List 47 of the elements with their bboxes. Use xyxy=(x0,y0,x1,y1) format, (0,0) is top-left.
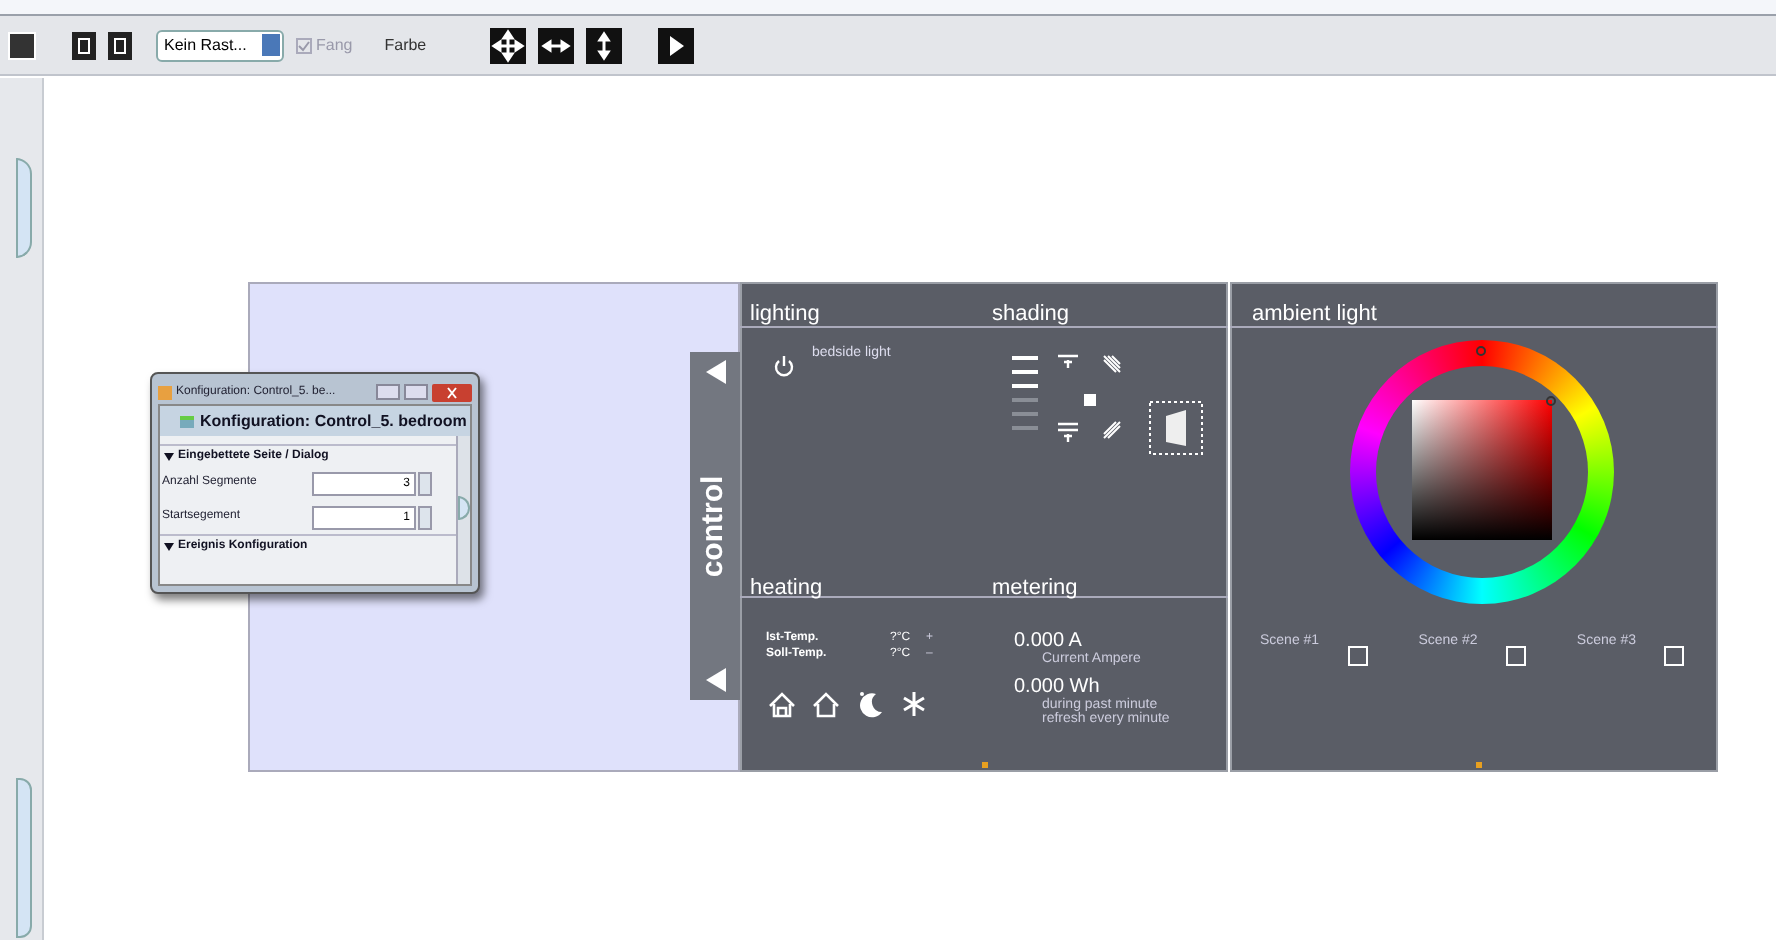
dialog-header: Konfiguration: Control_5. bedroom xyxy=(200,409,467,433)
close-button[interactable] xyxy=(432,383,472,401)
meter-value: 0.000 A xyxy=(1014,632,1084,652)
section-title: heating xyxy=(750,578,823,600)
expanded-triangle-icon xyxy=(164,541,174,551)
expanded-triangle-icon xyxy=(164,451,174,461)
house-icon[interactable] xyxy=(812,691,840,717)
window-icon[interactable] xyxy=(1148,400,1204,456)
shade-up-icon[interactable] xyxy=(1058,354,1078,370)
scene-checkbox[interactable] xyxy=(1664,646,1684,666)
moon-icon[interactable] xyxy=(856,690,884,718)
minimize-button[interactable] xyxy=(376,384,400,400)
control-label: control xyxy=(694,475,733,577)
hue-handle[interactable] xyxy=(1476,346,1486,356)
meter-value: 0.000 Wh xyxy=(1014,678,1102,698)
color-handle[interactable] xyxy=(1546,396,1556,406)
left-arrow-icon[interactable] xyxy=(705,360,725,384)
scrollbar[interactable] xyxy=(16,778,32,938)
page-icon[interactable] xyxy=(108,31,132,59)
power-icon[interactable] xyxy=(772,354,796,378)
raster-dropdown[interactable]: Kein Rast... xyxy=(156,29,284,61)
section-title: shading xyxy=(992,304,1070,326)
app-icon xyxy=(158,385,172,399)
tilt-open-icon[interactable] xyxy=(1100,352,1124,376)
section-title: metering xyxy=(992,578,1078,600)
checkmark-icon xyxy=(298,39,310,51)
color-square[interactable] xyxy=(1412,400,1552,540)
snowflake-icon[interactable] xyxy=(900,690,928,718)
scene-checkbox[interactable] xyxy=(1505,646,1526,666)
house-icon[interactable] xyxy=(768,691,796,717)
shade-down-icon[interactable] xyxy=(1058,422,1078,442)
vertical-resize-icon[interactable] xyxy=(586,27,623,63)
shade-level-bars[interactable] xyxy=(1012,356,1038,430)
left-arrow-icon[interactable] xyxy=(705,668,725,692)
move-icon[interactable] xyxy=(490,27,527,63)
color-label[interactable]: Farbe xyxy=(384,33,427,57)
maximize-button[interactable] xyxy=(404,384,428,400)
control-tab[interactable]: control xyxy=(690,352,740,700)
page-add-icon[interactable] xyxy=(72,31,96,59)
tilt-close-icon[interactable] xyxy=(1100,418,1124,442)
play-icon[interactable] xyxy=(658,27,695,63)
scrollbar[interactable] xyxy=(16,158,32,258)
section-title: lighting xyxy=(750,304,820,326)
scene-checkbox[interactable] xyxy=(1347,646,1368,666)
scrollbar[interactable] xyxy=(456,436,470,584)
section-title: ambient light xyxy=(1252,304,1377,326)
horizontal-resize-icon[interactable] xyxy=(538,27,575,63)
